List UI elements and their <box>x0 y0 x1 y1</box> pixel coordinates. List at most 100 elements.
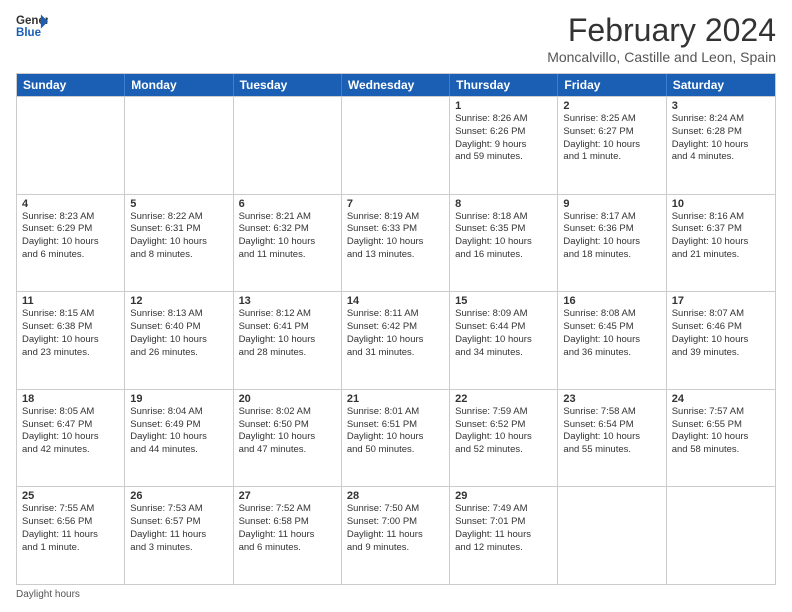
cell-line: and 3 minutes. <box>130 542 227 555</box>
weekday-header-sunday: Sunday <box>17 74 125 96</box>
cell-line: Daylight: 11 hours <box>22 529 119 542</box>
calendar-cell: 21Sunrise: 8:01 AMSunset: 6:51 PMDayligh… <box>342 390 450 487</box>
cell-line: Daylight: 10 hours <box>672 431 770 444</box>
cell-line: Daylight: 10 hours <box>239 236 336 249</box>
day-number: 13 <box>239 295 336 307</box>
cell-line: and 9 minutes. <box>347 542 444 555</box>
cell-line: Sunrise: 8:21 AM <box>239 211 336 224</box>
calendar-cell <box>667 487 775 584</box>
calendar-row-1: 4Sunrise: 8:23 AMSunset: 6:29 PMDaylight… <box>17 194 775 292</box>
calendar-cell <box>342 97 450 194</box>
cell-line: Sunrise: 7:50 AM <box>347 503 444 516</box>
cell-line: and 21 minutes. <box>672 249 770 262</box>
weekday-header-saturday: Saturday <box>667 74 775 96</box>
cell-line: and 16 minutes. <box>455 249 552 262</box>
cell-line: Daylight: 10 hours <box>22 431 119 444</box>
calendar-cell: 15Sunrise: 8:09 AMSunset: 6:44 PMDayligh… <box>450 292 558 389</box>
svg-text:Blue: Blue <box>16 27 42 39</box>
cell-line: and 4 minutes. <box>672 151 770 164</box>
cell-line: Sunrise: 8:02 AM <box>239 406 336 419</box>
cell-line: Sunset: 6:29 PM <box>22 223 119 236</box>
day-number: 25 <box>22 490 119 502</box>
cell-line: Sunset: 6:58 PM <box>239 516 336 529</box>
cell-line: Daylight: 11 hours <box>130 529 227 542</box>
cell-line: Sunrise: 8:15 AM <box>22 308 119 321</box>
cell-line: Sunrise: 8:04 AM <box>130 406 227 419</box>
day-number: 29 <box>455 490 552 502</box>
calendar-cell: 19Sunrise: 8:04 AMSunset: 6:49 PMDayligh… <box>125 390 233 487</box>
calendar-cell: 18Sunrise: 8:05 AMSunset: 6:47 PMDayligh… <box>17 390 125 487</box>
day-number: 23 <box>563 393 660 405</box>
day-number: 12 <box>130 295 227 307</box>
cell-line: Daylight: 10 hours <box>239 334 336 347</box>
day-number: 5 <box>130 198 227 210</box>
calendar-cell: 10Sunrise: 8:16 AMSunset: 6:37 PMDayligh… <box>667 195 775 292</box>
calendar-cell: 11Sunrise: 8:15 AMSunset: 6:38 PMDayligh… <box>17 292 125 389</box>
day-number: 19 <box>130 393 227 405</box>
day-number: 9 <box>563 198 660 210</box>
calendar-cell: 6Sunrise: 8:21 AMSunset: 6:32 PMDaylight… <box>234 195 342 292</box>
cell-line: Daylight: 10 hours <box>22 334 119 347</box>
cell-line: Sunset: 6:54 PM <box>563 419 660 432</box>
month-title: February 2024 <box>547 12 776 49</box>
footer-note: Daylight hours <box>16 589 776 600</box>
cell-line: Daylight: 10 hours <box>455 431 552 444</box>
cell-line: and 13 minutes. <box>347 249 444 262</box>
day-number: 11 <box>22 295 119 307</box>
day-number: 16 <box>563 295 660 307</box>
cell-line: Daylight: 10 hours <box>130 334 227 347</box>
cell-line: Daylight: 10 hours <box>347 236 444 249</box>
cell-line: Sunset: 7:01 PM <box>455 516 552 529</box>
cell-line: Sunset: 6:47 PM <box>22 419 119 432</box>
calendar-cell: 20Sunrise: 8:02 AMSunset: 6:50 PMDayligh… <box>234 390 342 487</box>
calendar-row-0: 1Sunrise: 8:26 AMSunset: 6:26 PMDaylight… <box>17 96 775 194</box>
calendar: SundayMondayTuesdayWednesdayThursdayFrid… <box>16 73 776 585</box>
cell-line: and 12 minutes. <box>455 542 552 555</box>
cell-line: and 6 minutes. <box>22 249 119 262</box>
cell-line: Sunrise: 8:13 AM <box>130 308 227 321</box>
calendar-row-4: 25Sunrise: 7:55 AMSunset: 6:56 PMDayligh… <box>17 486 775 584</box>
weekday-header-wednesday: Wednesday <box>342 74 450 96</box>
cell-line: Sunset: 6:44 PM <box>455 321 552 334</box>
cell-line: and 44 minutes. <box>130 444 227 457</box>
cell-line: Daylight: 11 hours <box>239 529 336 542</box>
day-number: 4 <box>22 198 119 210</box>
day-number: 17 <box>672 295 770 307</box>
cell-line: and 42 minutes. <box>22 444 119 457</box>
logo-icon: General Blue <box>16 12 48 40</box>
cell-line: Sunset: 6:40 PM <box>130 321 227 334</box>
calendar-cell: 28Sunrise: 7:50 AMSunset: 7:00 PMDayligh… <box>342 487 450 584</box>
cell-line: Daylight: 10 hours <box>563 139 660 152</box>
cell-line: Sunrise: 8:11 AM <box>347 308 444 321</box>
cell-line: and 36 minutes. <box>563 347 660 360</box>
cell-line: Daylight: 10 hours <box>672 236 770 249</box>
cell-line: Sunset: 6:50 PM <box>239 419 336 432</box>
day-number: 7 <box>347 198 444 210</box>
cell-line: Daylight: 10 hours <box>130 431 227 444</box>
cell-line: and 18 minutes. <box>563 249 660 262</box>
cell-line: Sunrise: 8:19 AM <box>347 211 444 224</box>
cell-line: Sunset: 6:26 PM <box>455 126 552 139</box>
cell-line: Sunset: 6:52 PM <box>455 419 552 432</box>
calendar-cell: 24Sunrise: 7:57 AMSunset: 6:55 PMDayligh… <box>667 390 775 487</box>
calendar-cell: 13Sunrise: 8:12 AMSunset: 6:41 PMDayligh… <box>234 292 342 389</box>
cell-line: Sunset: 6:27 PM <box>563 126 660 139</box>
cell-line: Sunset: 6:37 PM <box>672 223 770 236</box>
cell-line: Sunset: 6:35 PM <box>455 223 552 236</box>
cell-line: and 50 minutes. <box>347 444 444 457</box>
weekday-header-thursday: Thursday <box>450 74 558 96</box>
cell-line: Sunrise: 8:12 AM <box>239 308 336 321</box>
cell-line: Sunrise: 7:52 AM <box>239 503 336 516</box>
cell-line: Sunset: 6:31 PM <box>130 223 227 236</box>
calendar-cell: 5Sunrise: 8:22 AMSunset: 6:31 PMDaylight… <box>125 195 233 292</box>
calendar-cell: 16Sunrise: 8:08 AMSunset: 6:45 PMDayligh… <box>558 292 666 389</box>
cell-line: Sunset: 6:36 PM <box>563 223 660 236</box>
cell-line: Sunrise: 8:24 AM <box>672 113 770 126</box>
subtitle: Moncalvillo, Castille and Leon, Spain <box>547 49 776 65</box>
cell-line: Daylight: 10 hours <box>22 236 119 249</box>
day-number: 22 <box>455 393 552 405</box>
header: General Blue February 2024 Moncalvillo, … <box>16 12 776 65</box>
cell-line: Sunset: 6:55 PM <box>672 419 770 432</box>
cell-line: Sunset: 6:49 PM <box>130 419 227 432</box>
day-number: 26 <box>130 490 227 502</box>
